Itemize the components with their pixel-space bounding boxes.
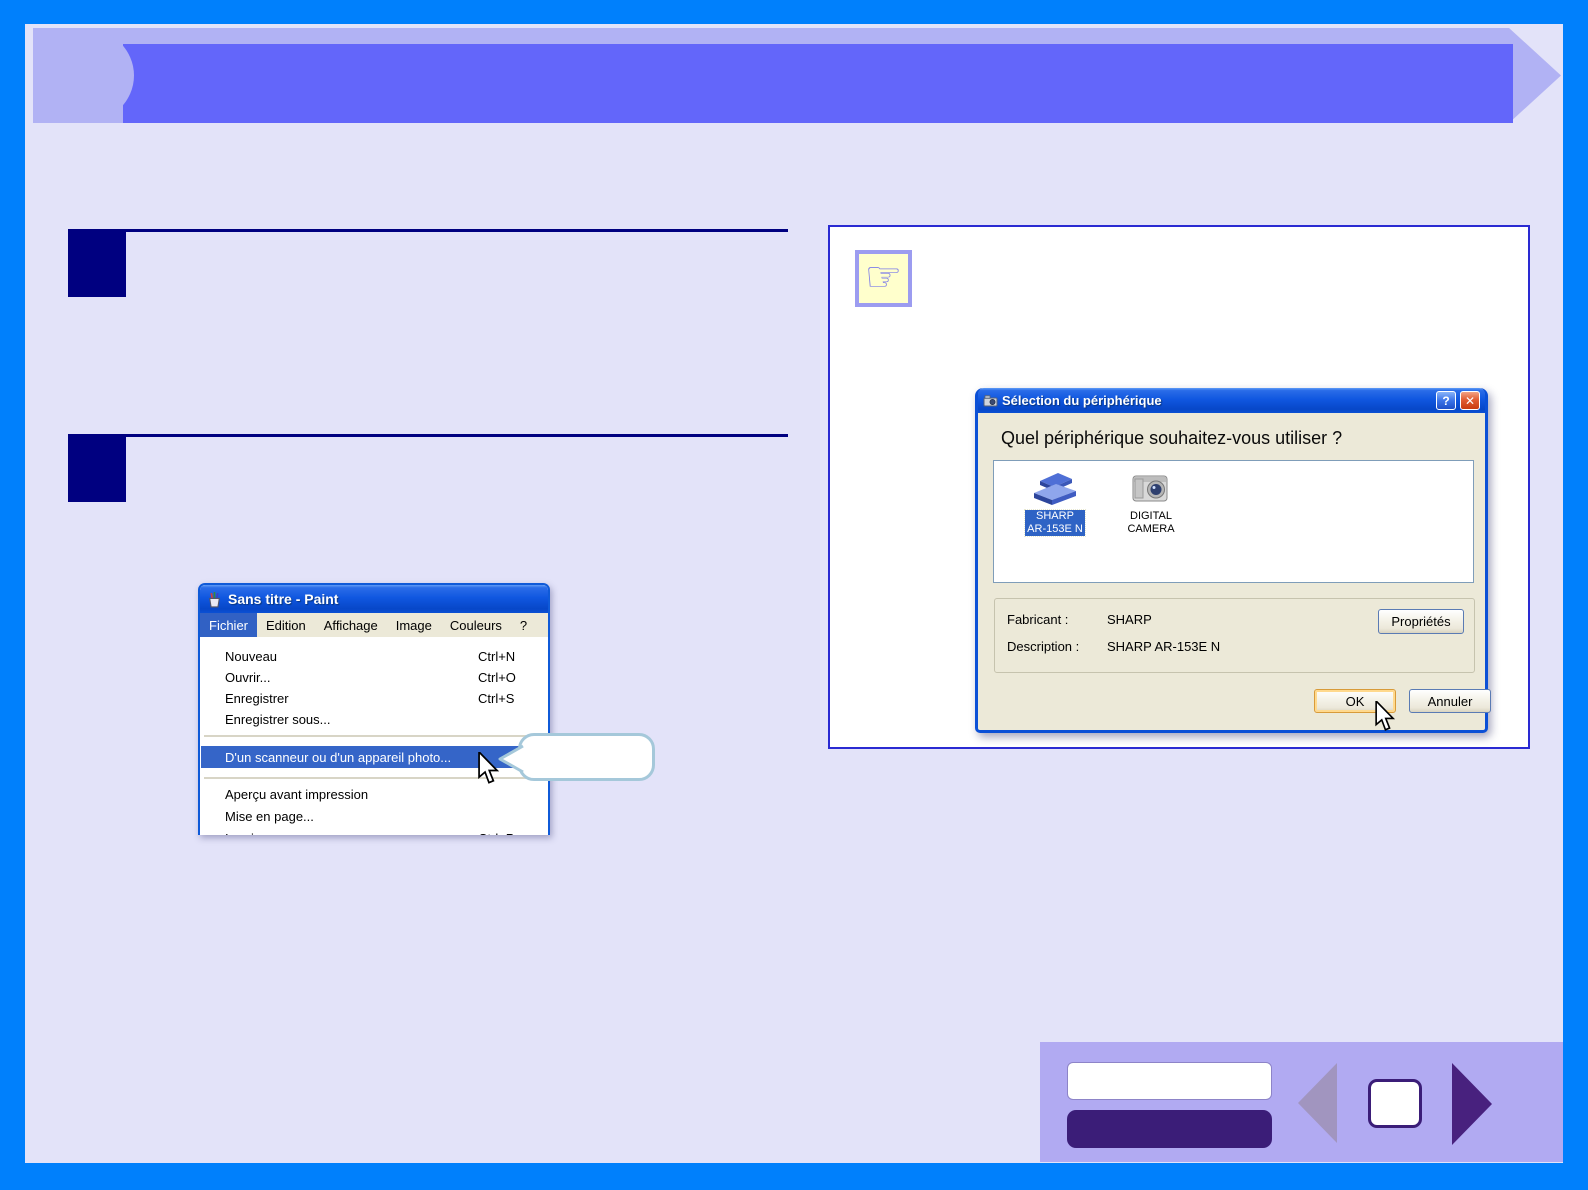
section-1-marker [68,229,126,297]
menu-couleurs[interactable]: Couleurs [441,613,511,637]
mouse-cursor-menu [478,752,500,784]
paint-titlebar: Sans titre - Paint [200,585,548,613]
page-number-box[interactable] [1368,1079,1422,1128]
menu-item-label: Aperçu avant impression [225,787,369,802]
previous-page-arrow[interactable] [1298,1063,1337,1143]
banner-bar [123,44,1513,123]
device-listbox: SHARP AR-153E N DIGITAL CAMERA [993,460,1474,583]
device-label-sharp: SHARP AR-153E N [1024,509,1086,537]
menu-item-mise-en-page[interactable]: Mise en page... [201,806,547,827]
paint-app-icon [209,591,220,607]
menu-help[interactable]: ? [511,613,536,637]
properties-button[interactable]: Propriétés [1378,609,1464,634]
menu-item-enregistrer-sous[interactable]: Enregistrer sous... [201,709,547,730]
dialog-titlebar-icon [983,395,998,407]
device-selection-dialog: Sélection du périphérique ? ✕ Quel périp… [975,388,1491,733]
menu-item-nouveau[interactable]: Nouveau Ctrl+N [201,646,547,667]
dialog-close-button[interactable]: ✕ [1460,391,1480,410]
dialog-title: Sélection du périphérique [1002,393,1162,408]
paint-menubar: Fichier Edition Affichage Image Couleurs… [200,613,548,637]
menu-separator [204,735,544,737]
nav-text-box[interactable] [1067,1062,1272,1100]
menu-item-label: Enregistrer sous... [225,712,331,727]
menu-fichier[interactable]: Fichier [200,613,258,637]
menu-item-shortcut: Ctrl+O [478,670,516,685]
device-item-digital-camera[interactable]: DIGITAL CAMERA [1112,468,1190,536]
menu-item-apercu[interactable]: Aperçu avant impression [201,784,547,805]
menu-item-label: Enregistrer [225,691,289,706]
mouse-cursor-ok [1375,701,1396,731]
callout-tail [498,744,524,774]
device-label-line1: SHARP [1036,510,1074,522]
paint-window-title: Sans titre - Paint [228,591,339,607]
description-label: Description : [1007,639,1080,654]
section-2-marker [68,434,126,502]
cancel-button[interactable]: Annuler [1409,689,1491,713]
navigation-panel [1040,1042,1563,1162]
menu-item-label: Nouveau [225,649,278,664]
dialog-help-button[interactable]: ? [1436,391,1456,410]
menu-item-ouvrir[interactable]: Ouvrir... Ctrl+O [201,667,547,688]
menu-image[interactable]: Image [387,613,441,637]
dialog-titlebar: Sélection du périphérique ? ✕ [978,388,1485,413]
menu-item-label: Mise en page... [225,809,314,824]
menu-item-enregistrer[interactable]: Enregistrer Ctrl+S [201,688,547,709]
callout-bubble [518,733,655,781]
device-info-group: Fabricant : SHARP Description : SHARP AR… [994,598,1475,673]
paint-window: Sans titre - Paint Fichier Edition Affic… [198,583,550,835]
manufacturer-label: Fabricant : [1007,612,1069,627]
device-item-sharp-scanner[interactable]: SHARP AR-153E N [1016,468,1094,537]
slide-frame: ☞ Sélection du périphérique ? ✕ Quel pér… [0,0,1588,1190]
section-1-rule [126,229,788,232]
description-value: SHARP AR-153E N [1107,639,1221,654]
section-2-rule [126,434,788,437]
menu-item-label: Imprimer... [225,831,286,835]
menu-affichage[interactable]: Affichage [315,613,387,637]
device-label-line2: AR-153E N [1027,523,1083,535]
menu-item-imprimer[interactable]: Imprimer... Ctrl+P [201,828,547,835]
menu-item-label: D'un scanneur ou d'un appareil photo... [225,749,452,765]
manicule-glyph: ☞ [864,252,903,300]
menu-item-shortcut: Ctrl+N [478,649,516,664]
menu-item-shortcut: Ctrl+S [478,691,515,706]
device-label-line2: CAMERA [1127,523,1175,535]
menu-item-label: Ouvrir... [225,670,271,685]
menu-item-shortcut: Ctrl+P [478,831,514,835]
menu-edition[interactable]: Edition [257,613,315,637]
scanner-icon [1034,473,1076,505]
device-label-camera: DIGITAL CAMERA [1127,510,1174,536]
banner-circle [34,28,134,123]
device-label-line1: DIGITAL [1130,510,1172,522]
dialog-heading: Quel périphérique souhaitez-vous utilise… [1001,428,1343,448]
camera-icon [1132,475,1168,502]
manufacturer-value: SHARP [1107,612,1152,627]
pointing-hand-icon: ☞ [855,250,912,307]
next-page-arrow[interactable] [1452,1063,1492,1145]
nav-action-button[interactable] [1067,1110,1272,1148]
